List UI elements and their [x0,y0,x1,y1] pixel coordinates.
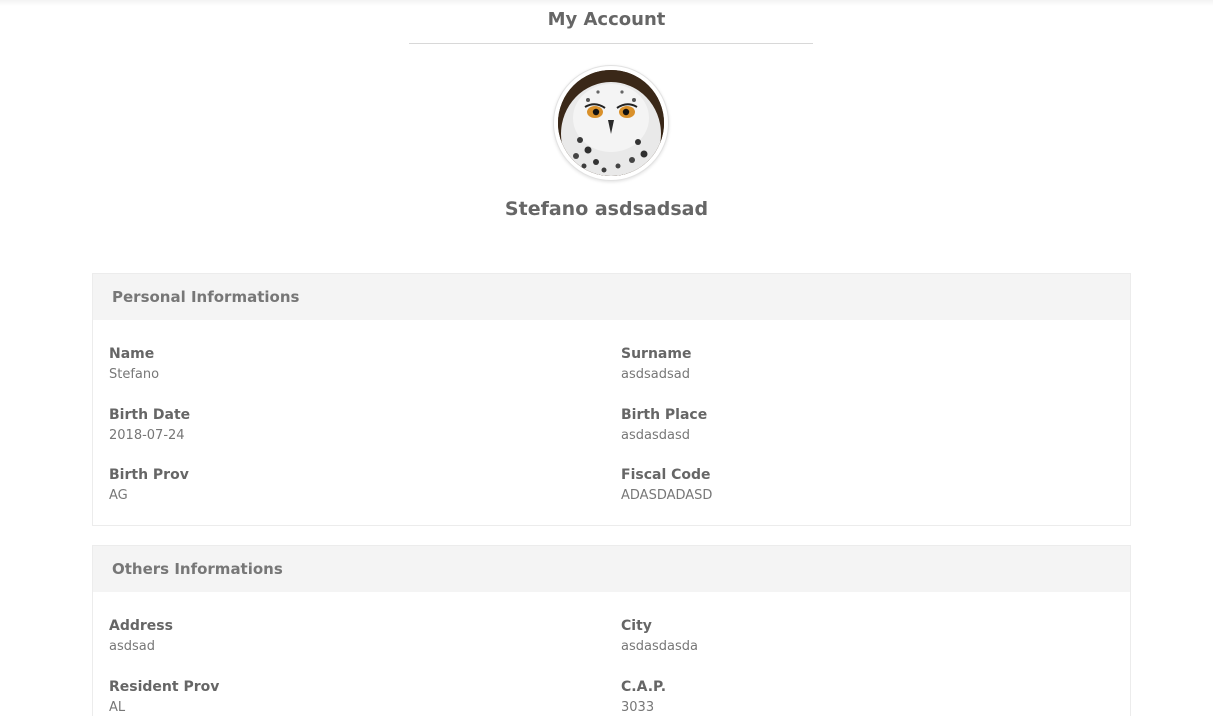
others-info-panel: Others Informations Address asdsad City … [92,545,1131,716]
field-label: Birth Date [109,407,191,423]
field-label: Name [109,346,155,362]
field-label: Surname [621,346,692,362]
field-birth-place: Birth Place asdasdasd [621,406,1021,445]
field-value: AL [109,700,126,715]
title-divider [409,43,813,44]
field-label: City [621,618,652,634]
account-page: My Account Stefano asdsadsad Personal In… [0,0,1213,716]
field-fiscal-code: Fiscal Code ADASDADASD [621,466,1021,505]
field-value: asdasdasda [621,639,698,654]
others-info-header: Others Informations [93,546,1130,592]
field-value: asdsadsad [621,367,690,382]
owl-avatar-icon [558,70,664,176]
field-value: asdasdasd [621,428,690,443]
user-full-name: Stefano asdsadsad [504,198,709,220]
field-label: Birth Prov [109,467,189,483]
field-surname: Surname asdsadsad [621,345,1021,384]
field-label: Address [109,618,173,634]
field-value: asdsad [109,639,155,654]
field-value: ADASDADASD [621,488,713,503]
field-label: Birth Place [621,407,708,423]
field-label: Fiscal Code [621,467,711,483]
field-value: 3033 [621,700,655,715]
field-name: Name Stefano [109,345,509,384]
field-label: C.A.P. [621,679,667,695]
personal-info-panel: Personal Informations Name Stefano Surna… [92,273,1131,526]
field-resident-prov: Resident Prov AL [109,678,509,716]
avatar[interactable] [553,65,669,181]
owl-avatar-image [558,70,664,176]
field-birth-date: Birth Date 2018-07-24 [109,406,509,445]
field-address: Address asdsad [109,617,509,656]
field-cap: C.A.P. 3033 [621,678,1021,716]
personal-info-header: Personal Informations [93,274,1130,320]
top-shadow [0,0,1213,6]
field-label: Resident Prov [109,679,220,695]
field-birth-prov: Birth Prov AG [109,466,509,505]
page-title: My Account [547,9,666,30]
field-value: AG [109,488,128,503]
field-value: Stefano [109,367,160,382]
field-value: 2018-07-24 [109,428,185,443]
field-city: City asdasdasda [621,617,1021,656]
